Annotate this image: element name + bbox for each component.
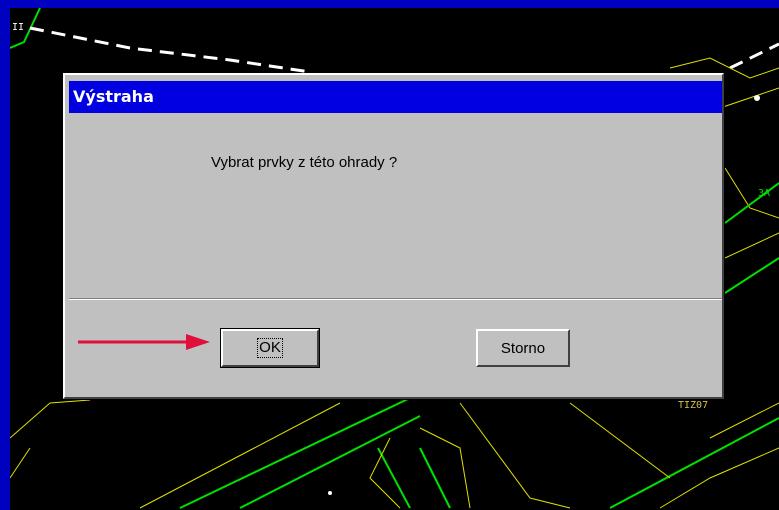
red-arrow-icon (78, 334, 210, 350)
map-label-bottom: TIZ07 (678, 400, 709, 411)
cancel-button-label: Storno (500, 339, 546, 357)
ok-button-label: OK (257, 338, 283, 358)
map-label-right: ЗА (758, 188, 771, 199)
dialog-message: Vybrat prvky z této ohrady ? (211, 154, 398, 171)
application-window: II ЗА TIZ07 Výstraha Vybrat prvky z této… (0, 0, 779, 510)
dialog-separator (69, 298, 722, 300)
dialog-title-bar[interactable]: Výstraha (69, 81, 722, 113)
warning-dialog: Výstraha Vybrat prvky z této ohrady ? OK… (63, 73, 724, 399)
dialog-title: Výstraha (73, 87, 154, 106)
map-label-top: II (12, 22, 25, 33)
ok-button[interactable]: OK (220, 328, 320, 368)
cancel-button[interactable]: Storno (476, 329, 570, 367)
